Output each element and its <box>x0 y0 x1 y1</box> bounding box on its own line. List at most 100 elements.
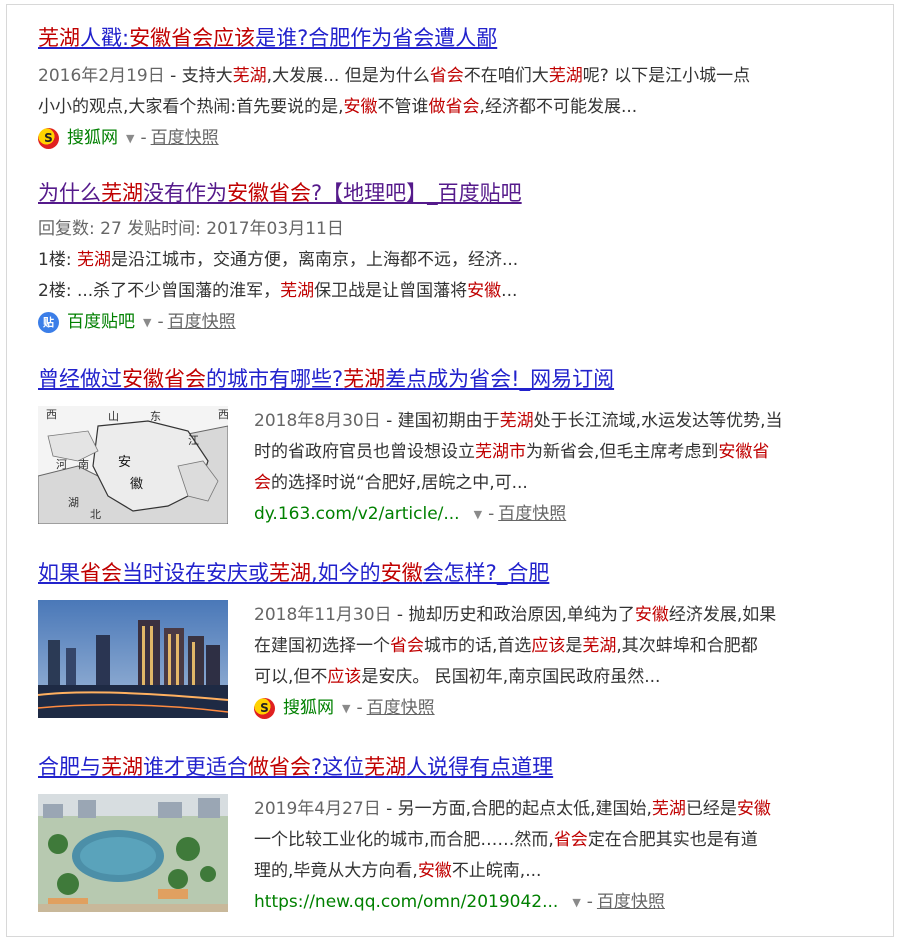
title-text: 差点成为省会!_网易订阅 <box>385 367 615 391</box>
result-date: 2019年4月27日 <box>254 799 381 819</box>
snippet-hl: 做省会 <box>428 97 480 117</box>
snippet-text: 不止皖南,... <box>451 861 542 881</box>
snippet-text: 是 <box>565 636 583 656</box>
snippet-line: 可以,但不应该是安庆。 民国初年,南京国民政府虽然... <box>254 662 884 693</box>
source-name[interactable]: 搜狐网 <box>283 693 334 724</box>
result-1-snippet-line-2: 小小的观点,大家看个热闹:首先要说的是,安徽不管谁做省会,经济都不可能发展... <box>38 92 878 123</box>
title-text: 没有作为 <box>143 181 227 205</box>
snapshot-link[interactable]: 百度快照 <box>367 693 435 724</box>
tieba-logo-icon: 贴 <box>38 312 59 333</box>
snippet-text: 为新省会,但毛主席考虑到 <box>526 442 719 462</box>
snippet-hl: 芜湖市 <box>475 442 526 462</box>
title-hl: 做省会 <box>248 755 311 779</box>
snippet-hl: 安徽 <box>467 281 502 301</box>
dropdown-caret-icon[interactable]: ▼ <box>126 123 134 154</box>
snippet-line: 在建国初选择一个省会城市的话,首选应该是芜湖,其次蚌埠和合肥都 <box>254 631 884 662</box>
snippet-text: ,经济都不可能发展... <box>479 97 638 117</box>
snapshot-link[interactable]: 百度快照 <box>597 887 665 918</box>
snapshot-link[interactable]: 百度快照 <box>498 499 566 530</box>
snippet-hl: 芜湖 <box>548 66 583 86</box>
title-hl: 安徽 <box>380 561 423 585</box>
title-hl: 芜湖 <box>343 367 386 391</box>
sohu-logo-icon: S <box>38 128 59 149</box>
dropdown-caret-icon[interactable]: ▼ <box>342 693 350 724</box>
snippet-text: 保卫战是让曾国藩将 <box>314 281 468 301</box>
title-hl: 芜湖 <box>38 26 80 50</box>
map-label: 西 <box>46 408 57 421</box>
snippet-text: - 抛却历史和政治原因,单纯为了 <box>391 605 635 625</box>
result-2-floor-1: 1楼: 芜湖是沿江城市，交通方便，离南京，上海都不远，经济... <box>38 245 878 276</box>
snippet-hl: 安徽 <box>736 799 771 819</box>
snippet-text: - 另一方面,合肥的起点太低,建国始, <box>380 799 652 819</box>
snippet-hl: 芜湖 <box>232 66 267 86</box>
map-label: 安 <box>118 455 131 470</box>
snippet-text: 是沿江城市，交通方便，离南京，上海都不远，经济... <box>110 250 519 270</box>
result-4-snippet: 2018年11月30日 - 抛却历史和政治原因,单纯为了安徽经济发展,如果 在建… <box>254 600 884 724</box>
dropdown-caret-icon[interactable]: ▼ <box>143 307 151 338</box>
snippet-text: 经济发展,如果 <box>668 605 777 625</box>
snippet-text: 时的省政府官员也曾设想设立 <box>254 442 475 462</box>
result-5-title-link[interactable]: 合肥与芜湖谁才更适合做省会?这位芜湖人说得有点道理 <box>38 752 878 782</box>
map-label: 东 <box>150 410 161 423</box>
result-3-title-link[interactable]: 曾经做过安徽省会的城市有哪些?芜湖差点成为省会!_网易订阅 <box>38 364 878 394</box>
city-skyline-image <box>38 600 228 718</box>
map-label: 北 <box>90 508 101 521</box>
title-text: 为什么 <box>38 181 101 205</box>
snippet-line: 2018年11月30日 - 抛却历史和政治原因,单纯为了安徽经济发展,如果 <box>254 600 884 631</box>
dropdown-caret-icon[interactable]: ▼ <box>572 887 580 918</box>
separator: - <box>488 504 495 524</box>
search-result-1: 芜湖人戳:安徽省会应该是谁?合肥作为省会遭人鄙 2016年2月19日 - 支持大… <box>38 23 878 154</box>
snippet-text: 理的,毕竟从大方向看, <box>254 861 418 881</box>
result-date: 2018年11月30日 <box>254 605 392 625</box>
title-hl: 芜湖 <box>101 755 143 779</box>
snippet-text: 一个比较工业化的城市,而合肥……然而, <box>254 830 554 850</box>
dropdown-caret-icon[interactable]: ▼ <box>474 499 482 530</box>
snippet-text: 2楼: ...杀了不少曾国藩的淮军， <box>38 281 281 301</box>
city-night-thumbnail[interactable] <box>38 600 228 718</box>
title-text: 会怎样?_合肥 <box>422 561 550 585</box>
snippet-text: 城市的话,首选 <box>424 636 532 656</box>
source-name[interactable]: 百度贴吧 <box>67 307 135 338</box>
snippet-line: 2019年4月27日 - 另一方面,合肥的起点太低,建国始,芜湖已经是安徽 <box>254 794 884 825</box>
snippet-hl: 会 <box>254 473 271 493</box>
snippet-text: 已经是 <box>685 799 737 819</box>
snippet-hl: 芜湖 <box>280 281 315 301</box>
result-1-title-link[interactable]: 芜湖人戳:安徽省会应该是谁?合肥作为省会遭人鄙 <box>38 23 878 53</box>
result-4-title-link[interactable]: 如果省会当时设在安庆或芜湖,如今的安徽会怎样?_合肥 <box>38 558 878 588</box>
snippet-text: 可以,但不 <box>254 667 328 687</box>
title-text: ?这位 <box>311 755 365 779</box>
map-thumbnail[interactable]: 西 山 东 河 南 安 江 徽 湖 北 西 <box>38 406 228 524</box>
search-result-5: 合肥与芜湖谁才更适合做省会?这位芜湖人说得有点道理 2019年4月27日 - 另… <box>38 752 878 912</box>
aerial-city-image <box>38 794 228 912</box>
result-date: 2016年2月19日 <box>38 66 165 86</box>
aerial-park-thumbnail[interactable] <box>38 794 228 912</box>
map-label: 江 <box>188 434 199 447</box>
snippet-hl: 芜湖 <box>76 250 111 270</box>
title-text: 的城市有哪些? <box>206 367 344 391</box>
result-2-source-line: 贴 百度贴吧 ▼ - 百度快照 <box>38 307 878 338</box>
result-2-meta: 回复数: 27 发贴时间: 2017年03月11日 <box>38 219 344 239</box>
title-text: 是谁?合肥作为省会遭人鄙 <box>255 26 498 50</box>
snippet-text: - 建国初期由于 <box>380 411 500 431</box>
title-hl: 应该 <box>213 26 256 50</box>
snippet-hl: 省会 <box>553 830 588 850</box>
snippet-hl: 省会 <box>429 66 464 86</box>
snapshot-link[interactable]: 百度快照 <box>168 307 236 338</box>
source-name[interactable]: 搜狐网 <box>67 123 118 154</box>
snippet-hl: 芜湖 <box>499 411 534 431</box>
snippet-text: 小小的观点,大家看个热闹:首先要说的是, <box>38 97 344 117</box>
snippet-text: 的选择时说“合肥好,居皖之中,可... <box>271 473 528 493</box>
result-2-title-link[interactable]: 为什么芜湖没有作为安徽省会?【地理吧】_百度贴吧 <box>38 178 878 208</box>
title-text: 谁才更适合 <box>143 755 248 779</box>
map-label: 南 <box>78 458 89 471</box>
title-text: ,如今的 <box>311 561 381 585</box>
snippet-text: 是安庆。 民国初年,南京国民政府虽然... <box>361 667 661 687</box>
snippet-hl: 应该 <box>531 636 566 656</box>
snippet-hl: 安徽 <box>343 97 378 117</box>
result-url[interactable]: dy.163.com/v2/article/... <box>254 499 460 530</box>
sohu-logo-icon: S <box>254 698 275 719</box>
result-url[interactable]: https://new.qq.com/omn/2019042... <box>254 887 558 918</box>
title-hl: 安徽省会 <box>122 367 206 391</box>
snippet-hl: 安徽 <box>417 861 452 881</box>
snapshot-link[interactable]: 百度快照 <box>151 123 219 154</box>
